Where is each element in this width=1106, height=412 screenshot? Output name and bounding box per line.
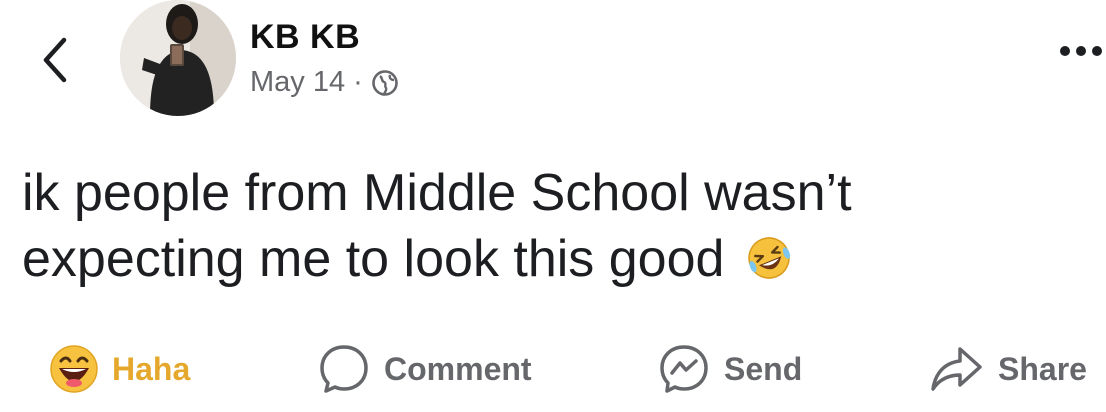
avatar[interactable] xyxy=(120,0,236,116)
chevron-left-icon xyxy=(43,37,67,83)
share-button[interactable]: Share xyxy=(928,340,1087,398)
globe-icon xyxy=(371,69,398,96)
more-dot xyxy=(1060,46,1070,56)
rolling-on-floor-laughing-emoji xyxy=(748,237,790,279)
comment-button[interactable]: Comment xyxy=(316,340,532,398)
post-meta: May 14 · xyxy=(250,66,399,99)
haha-emoji-icon xyxy=(50,345,98,393)
back-button[interactable] xyxy=(36,30,76,90)
author-name[interactable]: KB KB xyxy=(250,18,360,57)
post-text: ik people from Middle School wasn’t expe… xyxy=(22,160,1062,292)
share-label: Share xyxy=(998,350,1087,387)
post-text-line-2-text: expecting me to look this good xyxy=(22,230,725,288)
facebook-post: KB KB May 14 · ik people from Middle Sch… xyxy=(0,0,1106,412)
post-text-line-2: expecting me to look this good xyxy=(22,226,1062,292)
comment-label: Comment xyxy=(384,350,532,387)
send-label: Send xyxy=(724,350,803,387)
more-dot xyxy=(1076,46,1086,56)
post-text-line-1: ik people from Middle School wasn’t xyxy=(22,164,852,222)
more-options-button[interactable] xyxy=(1060,46,1102,56)
send-button[interactable]: Send xyxy=(656,340,802,398)
meta-separator: · xyxy=(353,66,363,98)
haha-reaction-button[interactable]: Haha xyxy=(48,340,190,398)
more-dot xyxy=(1092,46,1102,56)
profile-photo xyxy=(120,0,236,116)
haha-label: Haha xyxy=(112,350,191,387)
share-arrow-icon xyxy=(931,347,982,391)
messenger-icon xyxy=(660,345,708,393)
post-date[interactable]: May 14 xyxy=(250,66,345,99)
comment-icon xyxy=(320,345,368,393)
action-bar: Haha Comment Send Share xyxy=(0,340,1106,400)
